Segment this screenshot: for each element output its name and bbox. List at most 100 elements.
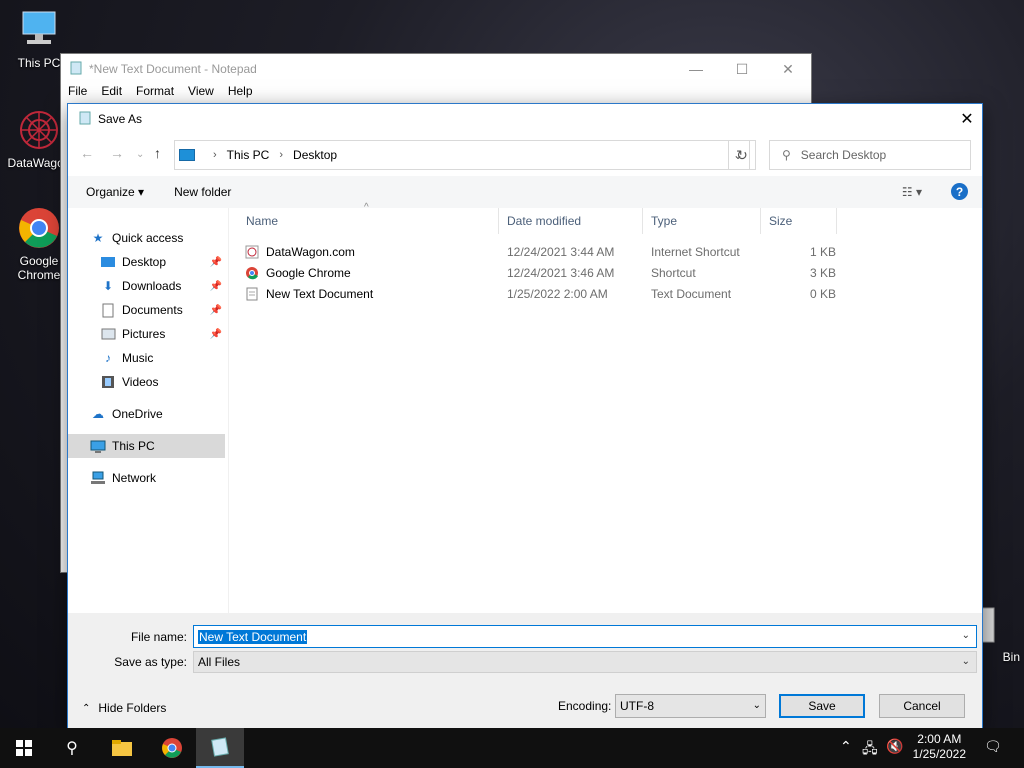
back-arrow-icon[interactable]: ←	[80, 145, 94, 161]
encoding-select[interactable]: UTF-8 ⌄	[615, 694, 766, 718]
file-name: Google Chrome	[266, 266, 351, 280]
picture-icon	[100, 326, 116, 342]
taskbar-google-chrome[interactable]	[148, 728, 196, 768]
sidebar-item-label: Music	[122, 351, 154, 365]
film-icon	[100, 374, 116, 390]
table-row[interactable]: New Text Document 1/25/2022 2:00 AM Text…	[238, 284, 878, 305]
chrome-icon	[162, 738, 182, 758]
navigation-pane: ★ Quick access Desktop 📌 ⬇ Downloads 📌 D…	[68, 208, 228, 613]
breadcrumb-this-pc[interactable]: This PC	[227, 148, 270, 162]
address-bar[interactable]: › This PC › Desktop ⌄	[174, 140, 750, 170]
text-file-icon	[245, 287, 259, 301]
sidebar-item-videos[interactable]: Videos	[100, 370, 226, 394]
menu-view[interactable]: View	[188, 84, 214, 104]
search-button[interactable]: ⚲	[48, 728, 96, 768]
maximize-icon[interactable]: ☐	[719, 54, 765, 84]
search-icon: ⚲	[782, 148, 791, 162]
new-folder-button[interactable]: New folder	[174, 185, 231, 199]
menu-format[interactable]: Format	[136, 84, 174, 104]
refresh-button[interactable]: ↻	[728, 140, 756, 170]
chevron-up-icon[interactable]: ⌃	[840, 738, 852, 755]
cancel-button[interactable]: Cancel	[879, 694, 965, 718]
sidebar-item-label: This PC	[112, 439, 155, 453]
forward-arrow-icon[interactable]: →	[110, 145, 124, 161]
save-type-label: Save as type:	[114, 655, 187, 669]
column-header-name[interactable]: Name	[238, 208, 499, 234]
table-row[interactable]: Google Chrome 12/24/2021 3:46 AM Shortcu…	[238, 263, 878, 284]
save-as-dialog[interactable]: Save As ✕ ← → ⌄ ↑ › This PC › Desktop ⌄ …	[67, 103, 983, 728]
chevron-up-icon: ⌃	[82, 702, 91, 714]
up-arrow-icon[interactable]: ↑	[154, 145, 161, 161]
recent-locations-chevron-icon[interactable]: ⌄	[136, 149, 144, 160]
sidebar-item-label: Network	[112, 471, 157, 485]
save-button[interactable]: Save	[779, 694, 865, 718]
sidebar-item-this-pc[interactable]: This PC	[68, 434, 225, 458]
network-icon	[90, 470, 106, 486]
search-input[interactable]: ⚲ Search Desktop	[769, 140, 971, 170]
network-icon[interactable]: 🖧	[862, 738, 878, 762]
pane-divider[interactable]	[228, 208, 229, 613]
file-type: Internet Shortcut	[651, 245, 740, 259]
sidebar-item-label: Quick access	[112, 231, 184, 245]
column-header-type[interactable]: Type	[643, 208, 761, 234]
menu-file[interactable]: File	[68, 84, 87, 104]
column-header-size[interactable]: Size	[761, 208, 837, 234]
file-name-input[interactable]: New Text Document ⌄	[193, 625, 977, 648]
close-icon[interactable]: ✕	[765, 54, 811, 84]
details-view-icon: ☷	[901, 185, 913, 199]
pin-icon[interactable]: 📌	[210, 281, 222, 292]
breadcrumb-chevron-icon[interactable]: ›	[279, 149, 283, 161]
sidebar-item-desktop[interactable]: Desktop 📌	[100, 250, 226, 274]
minimize-icon[interactable]: —	[673, 54, 719, 84]
organize-button[interactable]: Organize ▾	[86, 185, 144, 199]
chevron-down-icon[interactable]: ⌄	[962, 630, 970, 641]
pin-icon[interactable]: 📌	[210, 305, 222, 316]
file-list: ^ Name Date modified Type Size DataWagon…	[238, 202, 982, 613]
file-name: New Text Document	[266, 287, 374, 301]
sidebar-item-downloads[interactable]: ⬇ Downloads 📌	[100, 274, 226, 298]
notification-icon[interactable]: 🗨	[984, 738, 1002, 755]
file-size: 1 KB	[809, 245, 836, 259]
breadcrumb-chevron-icon[interactable]: ›	[213, 149, 217, 161]
search-icon: ⚲	[66, 740, 78, 757]
close-icon[interactable]: ✕	[952, 104, 982, 134]
sidebar-item-music[interactable]: ♪ Music	[100, 346, 226, 370]
menu-help[interactable]: Help	[228, 84, 253, 104]
sidebar-item-pictures[interactable]: Pictures 📌	[100, 322, 226, 346]
desktop-folder-icon	[100, 254, 116, 270]
file-name: DataWagon.com	[266, 245, 355, 259]
menu-edit[interactable]: Edit	[101, 84, 122, 104]
navigation-bar: ← → ⌄ ↑ › This PC › Desktop ⌄ ↻ ⚲ Search…	[68, 140, 982, 170]
dialog-titlebar[interactable]: Save As ✕	[68, 104, 982, 134]
table-row[interactable]: DataWagon.com 12/24/2021 3:44 AM Interne…	[238, 242, 878, 263]
sidebar-item-network[interactable]: Network	[90, 466, 226, 490]
sidebar-item-label: Downloads	[122, 279, 182, 293]
file-type: Shortcut	[651, 266, 696, 280]
notepad-icon	[78, 111, 92, 128]
sidebar-item-label: Documents	[122, 303, 183, 317]
sidebar-item-label: Videos	[122, 375, 159, 389]
volume-muted-icon[interactable]: 🔇	[886, 738, 903, 755]
pin-icon[interactable]: 📌	[210, 257, 222, 268]
clock-time: 2:00 AM	[917, 732, 962, 746]
breadcrumb-desktop[interactable]: Desktop	[293, 148, 337, 162]
taskbar-file-explorer[interactable]	[98, 728, 146, 768]
sidebar-item-documents[interactable]: Documents 📌	[100, 298, 226, 322]
sidebar-item-onedrive[interactable]: ☁ OneDrive	[90, 402, 226, 426]
download-arrow-icon: ⬇	[102, 279, 114, 293]
sidebar-item-label: Pictures	[122, 327, 166, 341]
file-name-label: File name:	[130, 630, 187, 644]
save-type-select[interactable]: All Files ⌄	[193, 651, 977, 673]
clock[interactable]: 2:00 AM 1/25/2022	[913, 732, 966, 762]
taskbar-notepad[interactable]	[196, 728, 244, 768]
pin-icon[interactable]: 📌	[210, 329, 222, 340]
sidebar-item-quick-access[interactable]: ★ Quick access	[90, 226, 226, 250]
column-header-date-modified[interactable]: Date modified	[499, 208, 643, 234]
notepad-icon	[211, 737, 229, 757]
music-note-icon: ♪	[105, 351, 111, 365]
hide-folders-button[interactable]: ⌃ Hide Folders	[82, 701, 166, 715]
help-icon[interactable]: ?	[951, 183, 968, 200]
view-options-button[interactable]: ☷ ▾	[902, 185, 922, 199]
start-button[interactable]	[0, 728, 48, 768]
star-icon: ★	[92, 231, 104, 245]
